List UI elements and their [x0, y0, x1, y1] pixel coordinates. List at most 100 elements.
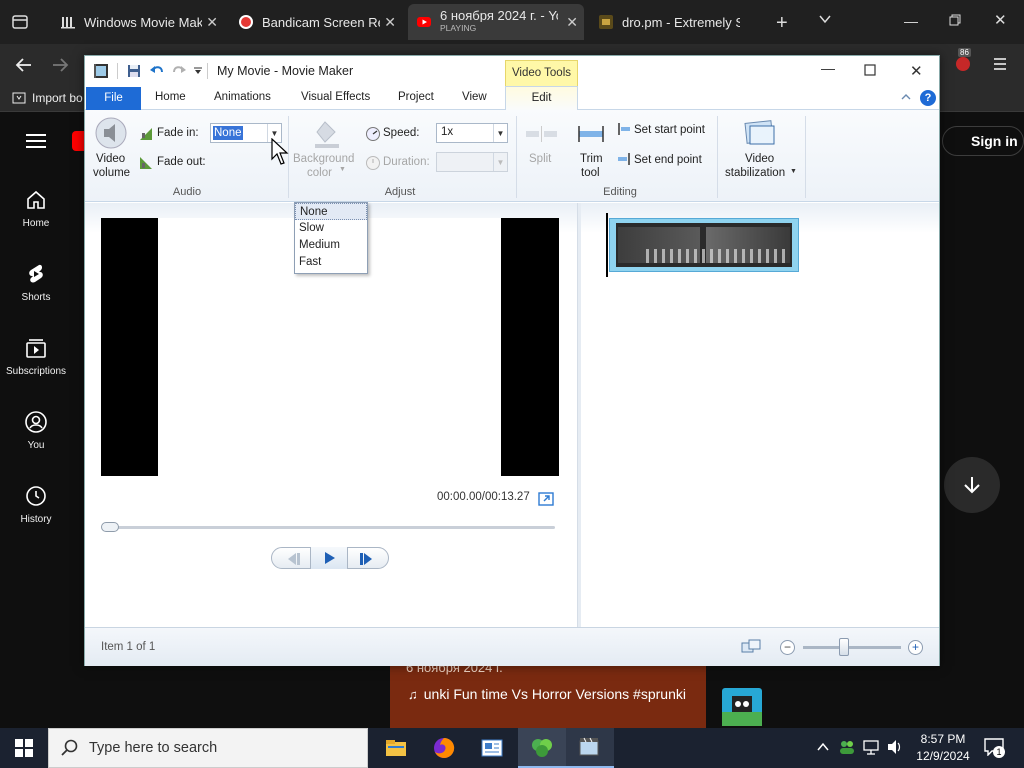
- editing-group-label: Editing: [603, 186, 637, 198]
- previous-frame-icon[interactable]: [284, 552, 302, 569]
- option-slow[interactable]: Slow: [295, 220, 367, 237]
- zoom-slider-handle[interactable]: [839, 638, 849, 656]
- chevron-down-icon[interactable]: ▼: [493, 124, 507, 142]
- import-bookmarks-label: Import bo: [32, 91, 83, 105]
- set-end-point-label[interactable]: Set end point: [634, 154, 702, 166]
- nav-shorts[interactable]: Shorts: [0, 262, 72, 303]
- paint-bucket-icon[interactable]: [309, 118, 341, 153]
- movie-maker-app-icon[interactable]: [93, 63, 109, 82]
- minimize-icon[interactable]: —: [821, 60, 835, 76]
- tab-actions-icon[interactable]: [10, 12, 30, 32]
- tab-view[interactable]: View: [462, 91, 487, 103]
- scroll-down-button[interactable]: [944, 457, 1000, 513]
- movie-maker-taskbar-icon[interactable]: [566, 728, 614, 768]
- minimize-icon[interactable]: —: [904, 13, 918, 29]
- tab-dro-pm[interactable]: dro.pm - Extremely Sh: [590, 4, 762, 40]
- set-start-point-label[interactable]: Set start point: [634, 124, 705, 136]
- windows-logo-icon: [15, 739, 33, 757]
- chevron-down-icon: ▼: [493, 153, 507, 171]
- seek-handle[interactable]: [101, 522, 119, 532]
- maximize-icon[interactable]: [864, 64, 876, 79]
- taskbar-search[interactable]: Type here to search: [48, 728, 368, 768]
- zoom-out-icon[interactable]: −: [780, 640, 795, 655]
- playhead[interactable]: [606, 213, 608, 277]
- item-count: Item 1 of 1: [101, 641, 156, 653]
- import-bookmarks[interactable]: Import bo: [12, 91, 83, 105]
- file-explorer-icon[interactable]: [372, 728, 420, 768]
- tab-edit[interactable]: Edit: [505, 86, 578, 111]
- zoom-slider-track[interactable]: [803, 646, 901, 649]
- video-clip-thumbnail[interactable]: [609, 218, 799, 272]
- set-start-point-icon[interactable]: [617, 122, 631, 139]
- restore-icon[interactable]: [948, 13, 962, 30]
- collapse-ribbon-icon[interactable]: [901, 91, 911, 105]
- browser-tab-bar: Windows Movie Maker ✕ Bandicam Screen Re…: [0, 0, 1024, 44]
- firefox-icon[interactable]: [420, 728, 468, 768]
- volume-icon[interactable]: [886, 739, 904, 758]
- tab-movie-maker[interactable]: Windows Movie Maker ✕: [52, 4, 224, 40]
- nav-you[interactable]: You: [0, 410, 72, 451]
- tab-file[interactable]: File: [86, 87, 141, 110]
- home-icon: [27, 190, 45, 209]
- new-tab-icon[interactable]: +: [776, 12, 788, 35]
- video-volume-label-1: Video: [96, 153, 126, 165]
- help-icon[interactable]: ?: [920, 90, 936, 106]
- fullscreen-icon[interactable]: [538, 492, 554, 509]
- hamburger-icon[interactable]: [26, 133, 46, 152]
- chevron-down-icon[interactable]: [818, 12, 832, 29]
- close-window-icon[interactable]: ✕: [994, 11, 1007, 29]
- nav-home[interactable]: Home: [0, 188, 72, 229]
- nav-subscriptions[interactable]: Subscriptions: [0, 336, 72, 377]
- tab-youtube[interactable]: 6 ноября 2024 г. - You PLAYING ✕: [408, 4, 584, 40]
- thumbnail-size-icon[interactable]: [741, 638, 761, 659]
- tab-bandicam[interactable]: Bandicam Screen Reco ✕: [230, 4, 402, 40]
- speed-dropdown[interactable]: 1x ▼: [436, 123, 508, 143]
- quick-access-dropdown-icon[interactable]: [193, 65, 203, 79]
- video-stabilization-icon[interactable]: [743, 118, 777, 153]
- extension-icon[interactable]: 86: [952, 48, 974, 72]
- channel-thumbnail[interactable]: [722, 688, 762, 726]
- network-icon[interactable]: [862, 739, 880, 758]
- forward-icon[interactable]: [50, 55, 70, 78]
- video-card[interactable]: 6 ноября 2024 г. ♫ unki Fun time Vs Horr…: [390, 660, 706, 728]
- sign-in-button[interactable]: Sign in: [942, 126, 1024, 156]
- record-icon: [238, 14, 254, 30]
- save-icon[interactable]: [127, 64, 141, 81]
- nav-history[interactable]: History: [0, 484, 72, 525]
- people-icon[interactable]: [838, 738, 856, 759]
- back-icon[interactable]: [14, 55, 34, 78]
- speed-value: 1x: [441, 126, 454, 138]
- split-icon[interactable]: [526, 126, 558, 145]
- youtube-logo-fragment: [72, 131, 84, 151]
- option-medium[interactable]: Medium: [295, 237, 367, 254]
- system-clock[interactable]: 8:57 PM 12/9/2024: [910, 731, 976, 765]
- option-fast[interactable]: Fast: [295, 254, 367, 271]
- notification-icon[interactable]: 1: [984, 738, 1005, 759]
- close-icon[interactable]: ✕: [384, 14, 396, 31]
- fade-out-icon: [139, 156, 153, 173]
- video-volume-button[interactable]: [95, 116, 127, 150]
- tab-visual-effects[interactable]: Visual Effects: [301, 91, 370, 103]
- tab-project[interactable]: Project: [398, 91, 434, 103]
- redo-icon[interactable]: [171, 63, 187, 82]
- option-none[interactable]: None: [295, 203, 367, 220]
- trim-icon[interactable]: [575, 124, 607, 147]
- tab-home[interactable]: Home: [155, 91, 186, 103]
- zoom-in-icon[interactable]: +: [908, 640, 923, 655]
- close-icon[interactable]: ✕: [910, 62, 923, 80]
- show-hidden-icons[interactable]: [816, 741, 830, 756]
- undo-icon[interactable]: [149, 63, 165, 82]
- news-app-icon[interactable]: [468, 728, 516, 768]
- tab-animations[interactable]: Animations: [214, 91, 271, 103]
- play-button[interactable]: [310, 547, 348, 569]
- seek-bar[interactable]: [103, 526, 555, 529]
- close-icon[interactable]: ✕: [566, 14, 578, 31]
- menu-icon[interactable]: [992, 56, 1008, 75]
- window-title: My Movie - Movie Maker: [217, 64, 354, 78]
- set-end-point-icon[interactable]: [617, 152, 631, 169]
- close-icon[interactable]: ✕: [206, 14, 218, 31]
- bandicam-taskbar-icon[interactable]: [518, 728, 566, 768]
- start-button[interactable]: [0, 728, 48, 768]
- next-frame-icon[interactable]: [358, 552, 376, 569]
- tab-title: 6 ноября 2024 г. - You: [440, 10, 558, 22]
